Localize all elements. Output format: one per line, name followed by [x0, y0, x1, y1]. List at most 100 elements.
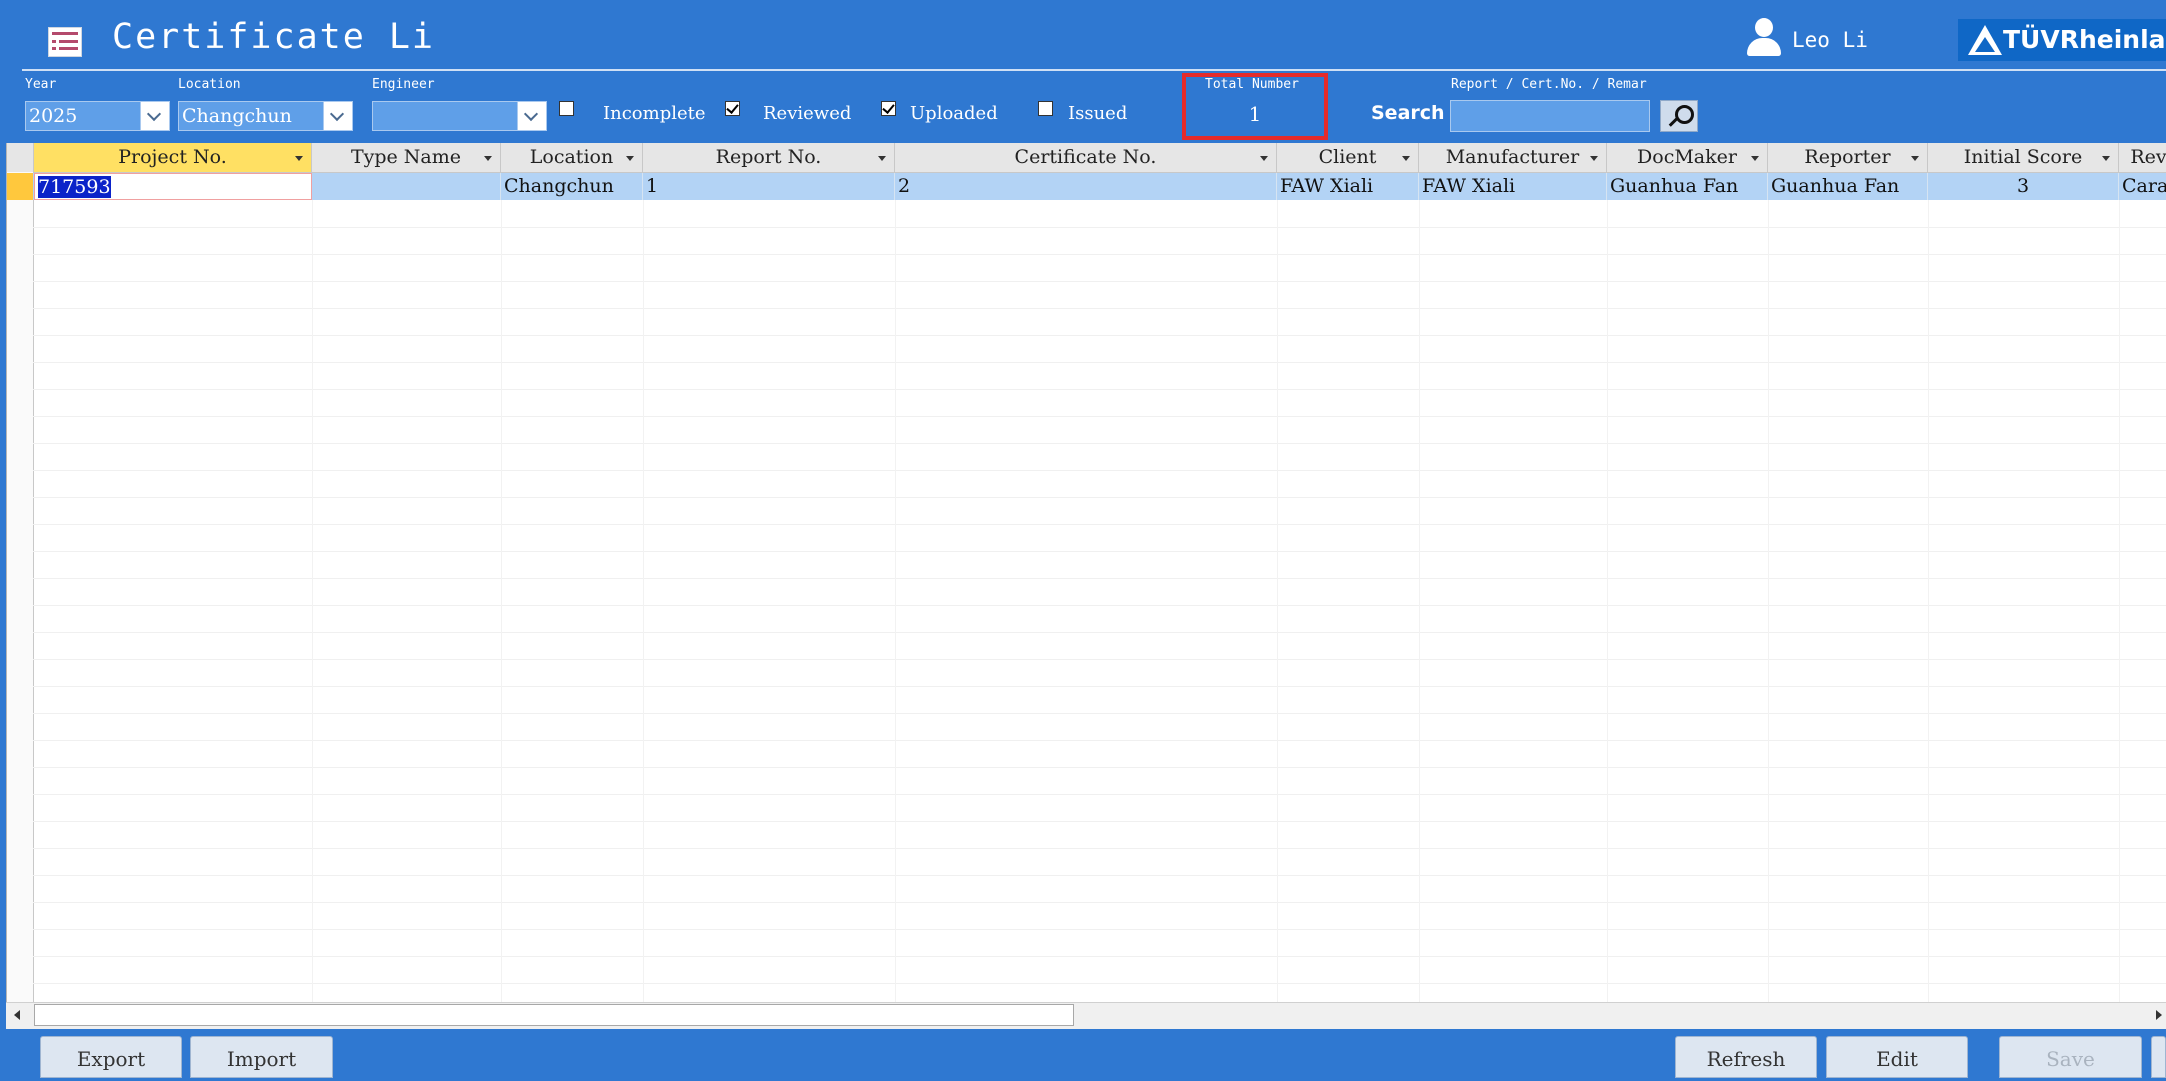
grid-line — [33, 227, 2166, 228]
engineer-select[interactable] — [372, 101, 547, 131]
col-initial-score[interactable]: Initial Score — [1928, 143, 2119, 172]
edit-button[interactable]: Edit — [1826, 1036, 1968, 1078]
chevron-down-icon[interactable] — [517, 102, 546, 130]
grid-line — [33, 416, 2166, 417]
col-project-no[interactable]: Project No. — [34, 143, 312, 172]
location-select[interactable]: Changchun — [178, 101, 353, 131]
chevron-down-icon[interactable] — [140, 102, 169, 130]
grid-line — [33, 875, 2166, 876]
grid-line — [1419, 200, 1420, 1028]
grid-line — [33, 362, 2166, 363]
search-input[interactable] — [1450, 100, 1650, 132]
grid-line — [1928, 200, 1929, 1028]
grid-line — [33, 497, 2166, 498]
col-manufacturer[interactable]: Manufacturer — [1419, 143, 1607, 172]
chevron-down-icon[interactable] — [323, 102, 352, 130]
grid-line — [2119, 200, 2120, 1028]
tuv-logo: TÜVRheinland — [1958, 19, 2166, 61]
col-reviewer[interactable]: Rev — [2119, 143, 2166, 172]
row-selector[interactable] — [7, 173, 33, 200]
cell-project-no[interactable]: 717593 — [34, 173, 312, 200]
grid-line — [33, 470, 2166, 471]
col-report-no[interactable]: Report No. — [643, 143, 895, 172]
search-icon — [1675, 105, 1694, 124]
cell-client[interactable]: FAW Xiali — [1277, 173, 1419, 200]
form-icon — [48, 27, 82, 57]
year-label: Year — [25, 77, 57, 92]
search-label: Search — [1371, 102, 1445, 124]
grid-line — [33, 767, 2166, 768]
location-label: Location — [178, 77, 241, 92]
user-name: Leo Li — [1792, 28, 1868, 52]
grid-line — [33, 443, 2166, 444]
scroll-left-arrow-icon[interactable] — [6, 1004, 28, 1026]
grid-line — [33, 551, 2166, 552]
overflow-button[interactable] — [2151, 1036, 2166, 1078]
reviewed-label: Reviewed — [763, 103, 852, 124]
cell-manufacturer[interactable]: FAW Xiali — [1419, 173, 1607, 200]
cell-docmaker[interactable]: Guanhua Fan — [1607, 173, 1768, 200]
cell-certificate-no[interactable]: 2 — [895, 173, 1277, 200]
search-button[interactable] — [1660, 100, 1698, 132]
col-label: Rev — [2130, 146, 2166, 168]
incomplete-checkbox[interactable] — [559, 101, 574, 116]
grid-line — [33, 578, 2166, 579]
total-number-highlight — [1182, 73, 1328, 140]
header-divider — [22, 69, 2166, 71]
uploaded-label: Uploaded — [910, 103, 998, 124]
col-label: Report No. — [715, 146, 822, 168]
col-location[interactable]: Location — [501, 143, 643, 172]
issued-label: Issued — [1068, 103, 1128, 124]
grid-line — [33, 659, 2166, 660]
uploaded-checkbox[interactable] — [881, 101, 896, 116]
col-label: Client — [1318, 146, 1377, 168]
page-title: Certificate Li — [112, 17, 436, 57]
cell-project-no-text: 717593 — [38, 176, 111, 198]
year-select[interactable]: 2025 — [25, 101, 170, 131]
certificate-grid: Project No. Type Name Location Report No… — [6, 143, 2166, 1028]
select-all-corner[interactable] — [7, 143, 34, 172]
export-button[interactable]: Export — [40, 1036, 182, 1078]
grid-line — [33, 686, 2166, 687]
refresh-button[interactable]: Refresh — [1675, 1036, 1817, 1078]
col-certificate-no[interactable]: Certificate No. — [895, 143, 1277, 172]
cell-type-name[interactable] — [312, 173, 501, 200]
cell-initial-score[interactable]: 3 — [1928, 173, 2119, 200]
reviewed-checkbox[interactable] — [725, 101, 740, 116]
grid-line — [643, 200, 644, 1028]
col-label: Initial Score — [1963, 146, 2083, 168]
grid-line — [312, 200, 313, 1028]
grid-line — [33, 605, 2166, 606]
cell-reporter[interactable]: Guanhua Fan — [1768, 173, 1928, 200]
grid-line — [33, 524, 2166, 525]
issued-checkbox[interactable] — [1038, 101, 1053, 116]
scrollbar-thumb[interactable] — [34, 1004, 1074, 1026]
grid-line — [1277, 200, 1278, 1028]
grid-line — [501, 200, 502, 1028]
col-label: Location — [529, 146, 614, 168]
user-icon — [1746, 18, 1782, 56]
grid-line — [33, 848, 2166, 849]
grid-line — [33, 308, 2166, 309]
import-button[interactable]: Import — [190, 1036, 333, 1078]
save-button[interactable]: Save — [1999, 1036, 2142, 1078]
col-client[interactable]: Client — [1277, 143, 1419, 172]
grid-line — [33, 794, 2166, 795]
grid-line — [33, 632, 2166, 633]
col-label: Type Name — [350, 146, 462, 168]
col-docmaker[interactable]: DocMaker — [1607, 143, 1768, 172]
col-type-name[interactable]: Type Name — [312, 143, 501, 172]
grid-line — [33, 821, 2166, 822]
engineer-label: Engineer — [372, 77, 435, 92]
cell-location[interactable]: Changchun — [501, 173, 643, 200]
grid-line — [1607, 200, 1608, 1028]
cell-report-no[interactable]: 1 — [643, 173, 895, 200]
grid-line — [33, 983, 2166, 984]
col-label: Reporter — [1804, 146, 1891, 168]
search-field-label: Report / Cert.No. / Remar — [1451, 77, 1647, 92]
col-reporter[interactable]: Reporter — [1768, 143, 1928, 172]
cell-reviewer[interactable]: Cara — [2119, 173, 2166, 200]
scroll-right-arrow-icon[interactable] — [2150, 1004, 2166, 1026]
row-selector-column — [7, 172, 34, 1028]
col-label: DocMaker — [1637, 146, 1737, 168]
